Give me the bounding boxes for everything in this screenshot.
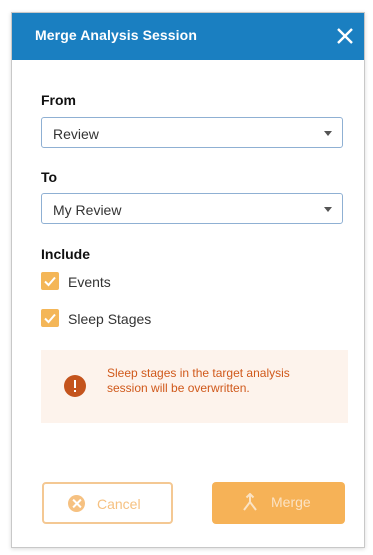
checkmark-icon <box>44 276 56 287</box>
from-select[interactable]: Review <box>41 117 343 148</box>
cancel-button[interactable]: Cancel <box>42 482 173 524</box>
warning-text: Sleep stages in the target analysis sess… <box>107 366 290 395</box>
warning-message: Sleep stages in the target analysis sess… <box>41 350 348 423</box>
cancel-button-label: Cancel <box>97 496 141 512</box>
events-checkbox-label: Events <box>68 274 111 290</box>
merge-button[interactable]: Merge <box>212 482 345 524</box>
chevron-down-icon <box>324 131 332 136</box>
merge-analysis-session-dialog: Merge Analysis Session From Review To My… <box>11 12 365 548</box>
sleep-stages-checkbox-label: Sleep Stages <box>68 311 152 327</box>
close-icon[interactable] <box>334 25 356 47</box>
to-select-value: My Review <box>53 202 122 218</box>
to-label: To <box>41 169 58 185</box>
exclamation-circle-icon <box>64 375 86 397</box>
dialog-title: Merge Analysis Session <box>35 27 197 43</box>
to-select[interactable]: My Review <box>41 193 343 224</box>
chevron-down-icon <box>324 207 332 212</box>
merge-button-label: Merge <box>271 494 311 510</box>
dialog-header: Merge Analysis Session <box>12 13 364 60</box>
checkmark-icon <box>44 313 56 324</box>
from-select-value: Review <box>53 126 99 142</box>
merge-icon <box>243 493 257 511</box>
cancel-circle-icon <box>68 495 85 512</box>
from-label: From <box>41 92 76 108</box>
events-checkbox[interactable] <box>41 272 59 290</box>
sleep-stages-checkbox[interactable] <box>41 309 59 327</box>
include-label: Include <box>41 246 91 262</box>
page-background: Merge Analysis Session From Review To My… <box>0 0 373 555</box>
